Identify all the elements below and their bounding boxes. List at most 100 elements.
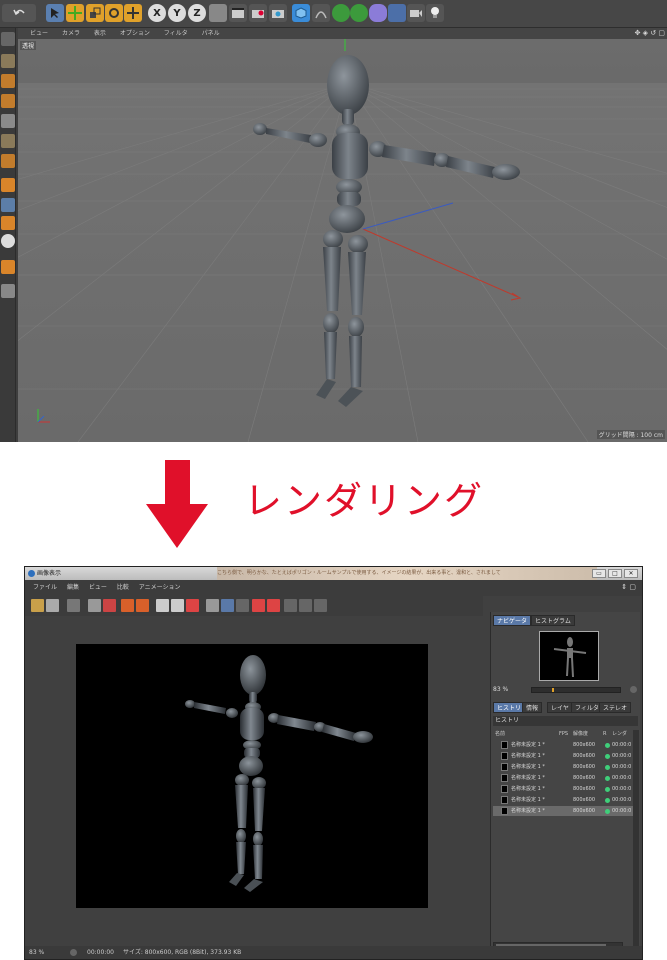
array-icon[interactable] (350, 4, 368, 22)
history-row[interactable]: 名称未設定 1 * 800x600 00:00:0 (493, 795, 638, 805)
ab-compare-icon[interactable] (206, 599, 219, 612)
history-row[interactable]: 名称未設定 1 * 800x600 00:00:0 (493, 751, 638, 761)
difference-icon[interactable] (299, 599, 312, 612)
deformer-icon[interactable] (369, 4, 387, 22)
status-zoom[interactable]: 83 % (29, 946, 44, 959)
panel-options-icon[interactable]: ⇕ ▢ (621, 583, 636, 591)
split-view-icon[interactable] (236, 599, 249, 612)
render-to-picture-viewer-icon[interactable] (249, 4, 267, 22)
model-mode-icon[interactable] (1, 54, 15, 68)
scale-tool-icon[interactable] (86, 4, 104, 22)
set-a-icon[interactable] (252, 599, 265, 612)
viewport-menu-panel[interactable]: パネル (202, 30, 220, 37)
history-row[interactable]: 名称未設定 1 * 800x600 00:00:0 (493, 773, 638, 783)
tweak-mode-icon[interactable] (1, 198, 15, 212)
tab-layer[interactable]: レイヤ (547, 702, 573, 713)
lock-workplane-icon[interactable] (1, 260, 15, 274)
tab-info[interactable]: 情報 (522, 702, 543, 713)
workplane-mode-icon[interactable] (1, 94, 15, 108)
menu-view[interactable]: ビュー (89, 584, 107, 591)
menu-file[interactable]: ファイル (33, 584, 57, 591)
nurbs-icon[interactable] (332, 4, 350, 22)
history-row-selected[interactable]: 名称未設定 1 * 800x600 00:00:0 (493, 806, 638, 816)
viewport-label: 透視 (20, 41, 37, 50)
points-mode-icon[interactable] (1, 114, 15, 128)
tab-history[interactable]: ヒストリ (493, 702, 526, 713)
navigator-thumbnail[interactable] (539, 631, 599, 681)
viewport-menu-display[interactable]: 表示 (94, 30, 106, 37)
axis-mode-icon[interactable] (1, 178, 15, 192)
texture-mode-icon[interactable] (1, 74, 15, 88)
edges-mode-icon[interactable] (1, 134, 15, 148)
col-fps[interactable]: FPS (559, 730, 568, 739)
viewport-menu-filter[interactable]: フィルタ (164, 30, 188, 37)
copy-frame-icon[interactable] (67, 599, 80, 612)
x-axis-lock-button[interactable]: X (148, 4, 166, 22)
undo-button[interactable] (2, 4, 36, 22)
menu-animation[interactable]: アニメーション (139, 584, 181, 591)
snap-icon[interactable] (1, 216, 15, 230)
col-resolution[interactable]: 解像度 (573, 730, 588, 739)
cube-object-icon[interactable] (292, 4, 310, 22)
history-row[interactable]: 名称未設定 1 * 800x600 00:00:0 (493, 762, 638, 772)
maximize-button[interactable]: □ (608, 569, 622, 578)
minimize-button[interactable]: ▭ (592, 569, 606, 578)
open-file-icon[interactable] (31, 599, 44, 612)
rendered-image-canvas[interactable] (76, 644, 428, 908)
col-render-time[interactable]: レンダ (612, 730, 627, 739)
rotate-tool-icon[interactable] (105, 4, 123, 22)
perspective-viewport[interactable]: 透視 グリッド間隔 : 100 cm (18, 39, 667, 442)
render-view-icon[interactable] (229, 4, 247, 22)
tab-stereo[interactable]: ステレオ (599, 702, 632, 713)
render-frame-icon[interactable] (156, 599, 169, 612)
render-marked-icon[interactable] (186, 599, 199, 612)
z-axis-lock-button[interactable]: Z (188, 4, 206, 22)
text-overlay-icon[interactable] (314, 599, 327, 612)
col-name[interactable]: 名前 (495, 730, 505, 739)
planar-workplane-icon[interactable] (1, 284, 15, 298)
viewport-menu-view[interactable]: ビュー (30, 30, 48, 37)
select-tool-icon[interactable] (46, 4, 64, 22)
floor-icon[interactable] (388, 4, 406, 22)
light-icon[interactable] (426, 4, 444, 22)
tab-histogram[interactable]: ヒストグラム (531, 615, 575, 626)
solo-icon[interactable] (1, 234, 15, 248)
save-file-icon[interactable] (46, 599, 59, 612)
status-time: 00:00:00 (87, 949, 114, 956)
stop-render-icon[interactable] (121, 599, 134, 612)
col-r[interactable]: R (603, 730, 606, 739)
swap-ab-icon[interactable] (284, 599, 297, 612)
menu-compare[interactable]: 比較 (117, 584, 129, 591)
y-axis-lock-button[interactable]: Y (168, 4, 186, 22)
live-selection-icon[interactable] (124, 4, 142, 22)
history-vertical-scrollbar[interactable] (633, 730, 639, 950)
history-row[interactable]: 名称未設定 1 * 800x600 00:00:0 (493, 784, 638, 794)
render-active-icon[interactable] (103, 599, 116, 612)
history-row-resolution: 800x600 (573, 764, 596, 770)
viewport-menu-options[interactable]: オプション (120, 30, 150, 37)
picture-viewer-side-panel: ナビゲータ ヒストグラム 83 % ヒストリ 情報 レイヤ フィルタ ステレオ … (490, 612, 640, 952)
spline-pen-icon[interactable] (312, 4, 330, 22)
camera-icon[interactable] (407, 4, 425, 22)
world-coordinates-icon[interactable] (209, 4, 227, 22)
viewport-nav-icons[interactable]: ✥ ◈ ↺ ▢ (635, 28, 665, 39)
viewport-menu-camera[interactable]: カメラ (62, 30, 80, 37)
single-view-icon[interactable] (221, 599, 234, 612)
window-title: 画像表示 (37, 570, 62, 577)
move-tool-icon[interactable] (66, 4, 84, 22)
set-b-icon[interactable] (267, 599, 280, 612)
render-settings-icon[interactable] (269, 4, 287, 22)
polygons-mode-icon[interactable] (1, 154, 15, 168)
history-row[interactable]: 名称未設定 1 * 800x600 00:00:0 (493, 740, 638, 750)
menu-edit[interactable]: 編集 (67, 584, 79, 591)
use-model-mode-icon[interactable] (1, 32, 15, 46)
render-region-icon[interactable] (88, 599, 101, 612)
zoom-slider-thumb[interactable] (552, 688, 554, 692)
tab-navigator[interactable]: ナビゲータ (493, 615, 532, 626)
render-all-icon[interactable] (171, 599, 184, 612)
status-zoom-menu-icon[interactable] (70, 949, 77, 956)
zoom-slider[interactable] (531, 687, 621, 693)
close-button[interactable]: ✕ (624, 569, 638, 578)
zoom-menu-icon[interactable] (630, 686, 637, 693)
render-queue-icon[interactable] (136, 599, 149, 612)
